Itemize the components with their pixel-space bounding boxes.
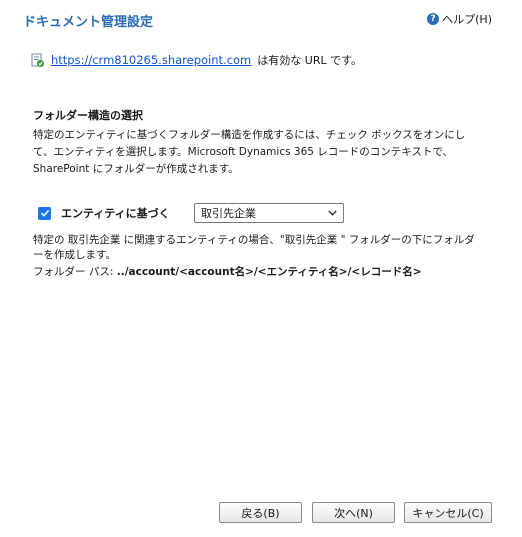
folder-path-label: フォルダー パス: — [33, 266, 117, 278]
entity-based-label: エンティティに基づく — [61, 207, 170, 220]
cancel-button[interactable]: キャンセル(C) — [404, 502, 492, 523]
folder-structure-heading: フォルダー構造の選択 — [33, 109, 143, 122]
dialog-title: ドキュメント管理設定 — [23, 15, 154, 30]
folder-description: 特定の 取引先企業 に関連するエンティティの場合、"取引先企業 " フォルダーの… — [33, 234, 475, 261]
url-valid-text: は有効な URL です。 — [257, 54, 362, 67]
sharepoint-url-link[interactable]: https://crm810265.sharepoint.com — [51, 53, 251, 67]
checkmark-icon — [40, 209, 49, 217]
entity-select-value: 取引先企業 — [201, 207, 256, 220]
chevron-down-icon — [328, 210, 337, 216]
question-circle-icon: ? — [427, 13, 440, 25]
next-button[interactable]: 次へ(N) — [312, 502, 395, 523]
folder-path-value: ../account/<account名>/<エンティティ名>/<レコード名> — [116, 266, 422, 278]
entity-row: エンティティに基づく 取引先企業 — [38, 203, 344, 223]
entity-select[interactable]: 取引先企業 — [194, 203, 344, 223]
entity-based-checkbox[interactable] — [38, 206, 51, 220]
back-button[interactable]: 戻る(B) — [219, 502, 302, 523]
document-icon — [30, 53, 45, 68]
help-link[interactable]: ? ヘルプ(H) — [427, 11, 492, 27]
folder-structure-description: 特定のエンティティに基づくフォルダー構造を作成するには、チェック ボックスをオン… — [33, 129, 466, 175]
url-check-row: https://crm810265.sharepoint.com は有効な UR… — [30, 52, 362, 68]
folder-path: フォルダー パス: ../account/<account名>/<エンティティ名… — [33, 264, 422, 279]
help-label: ヘルプ(H) — [442, 13, 492, 26]
